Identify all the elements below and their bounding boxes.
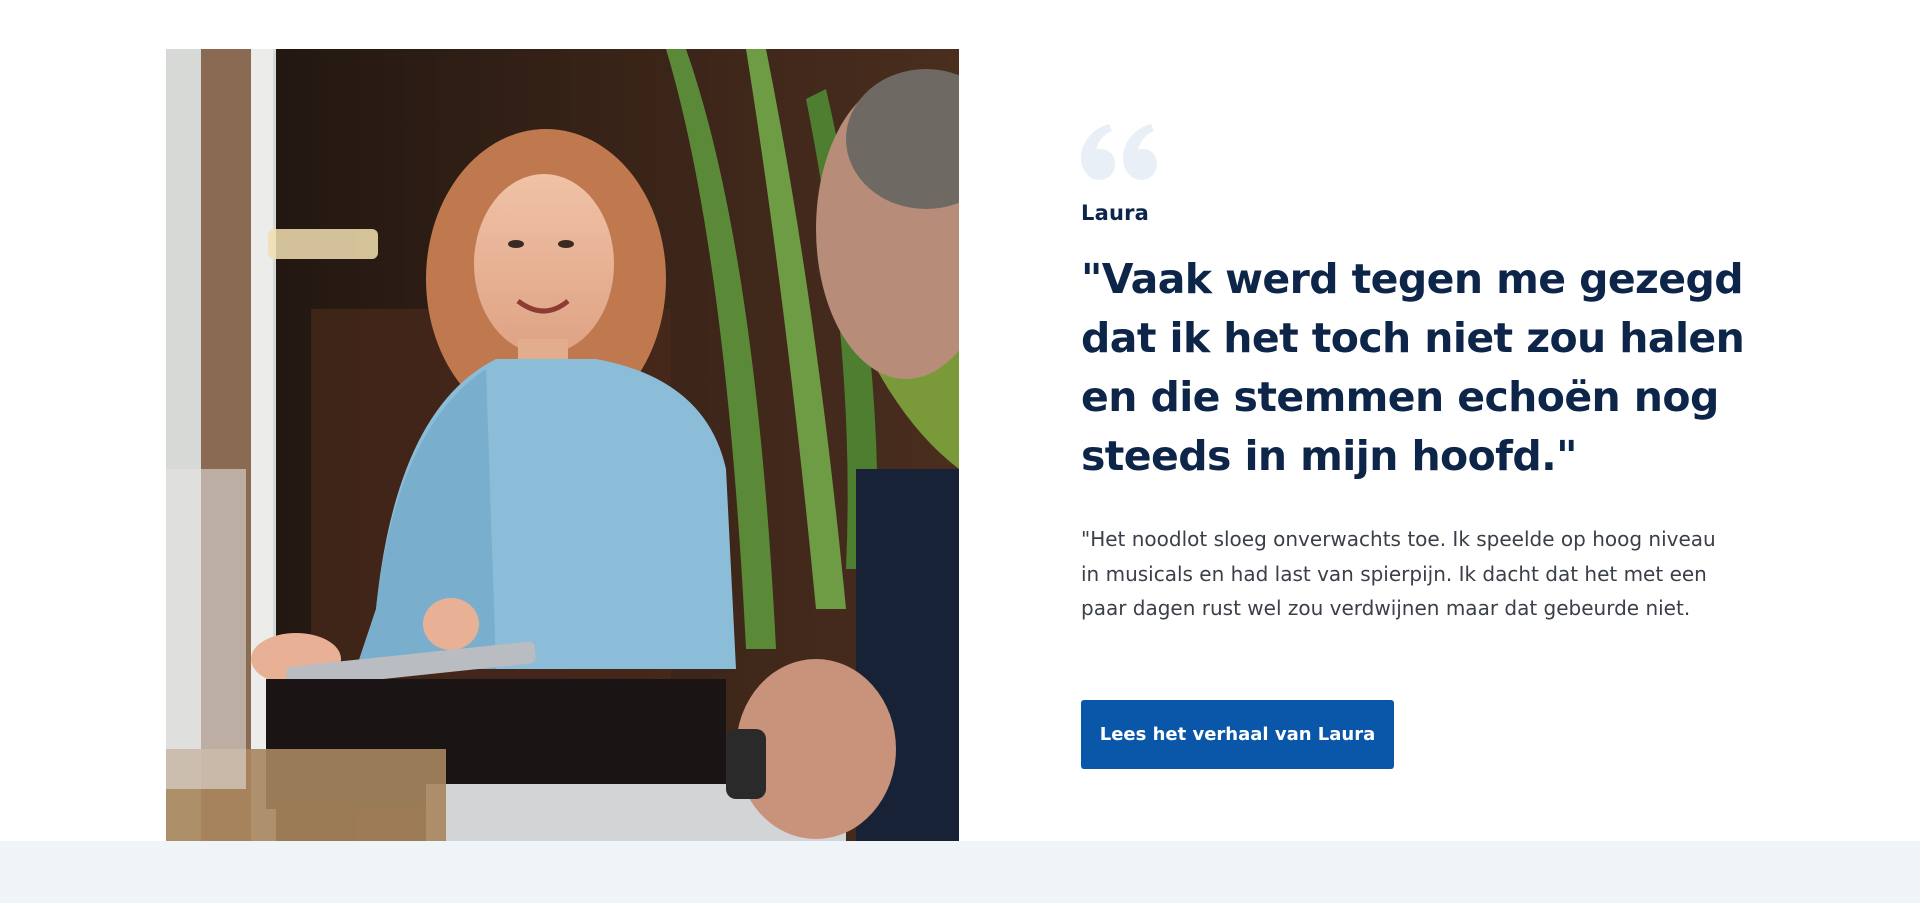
testimonial-excerpt: "Het noodlot sloeg onverwachts toe. Ik s… xyxy=(1081,527,1716,620)
read-story-button[interactable]: Lees het verhaal van Laura xyxy=(1081,700,1394,769)
testimonial-quote-headline: "Vaak werd tegen me gezegd dat ik het to… xyxy=(1081,255,1745,480)
testimonial-author: Laura xyxy=(1081,201,1150,225)
quote-open-icon xyxy=(1081,124,1157,180)
next-section-background xyxy=(0,841,1920,903)
testimonial-photo xyxy=(166,49,959,841)
photo-illustration xyxy=(166,49,959,841)
testimonial-section: Laura "Vaak werd tegen me gezegd dat ik … xyxy=(0,0,1920,903)
